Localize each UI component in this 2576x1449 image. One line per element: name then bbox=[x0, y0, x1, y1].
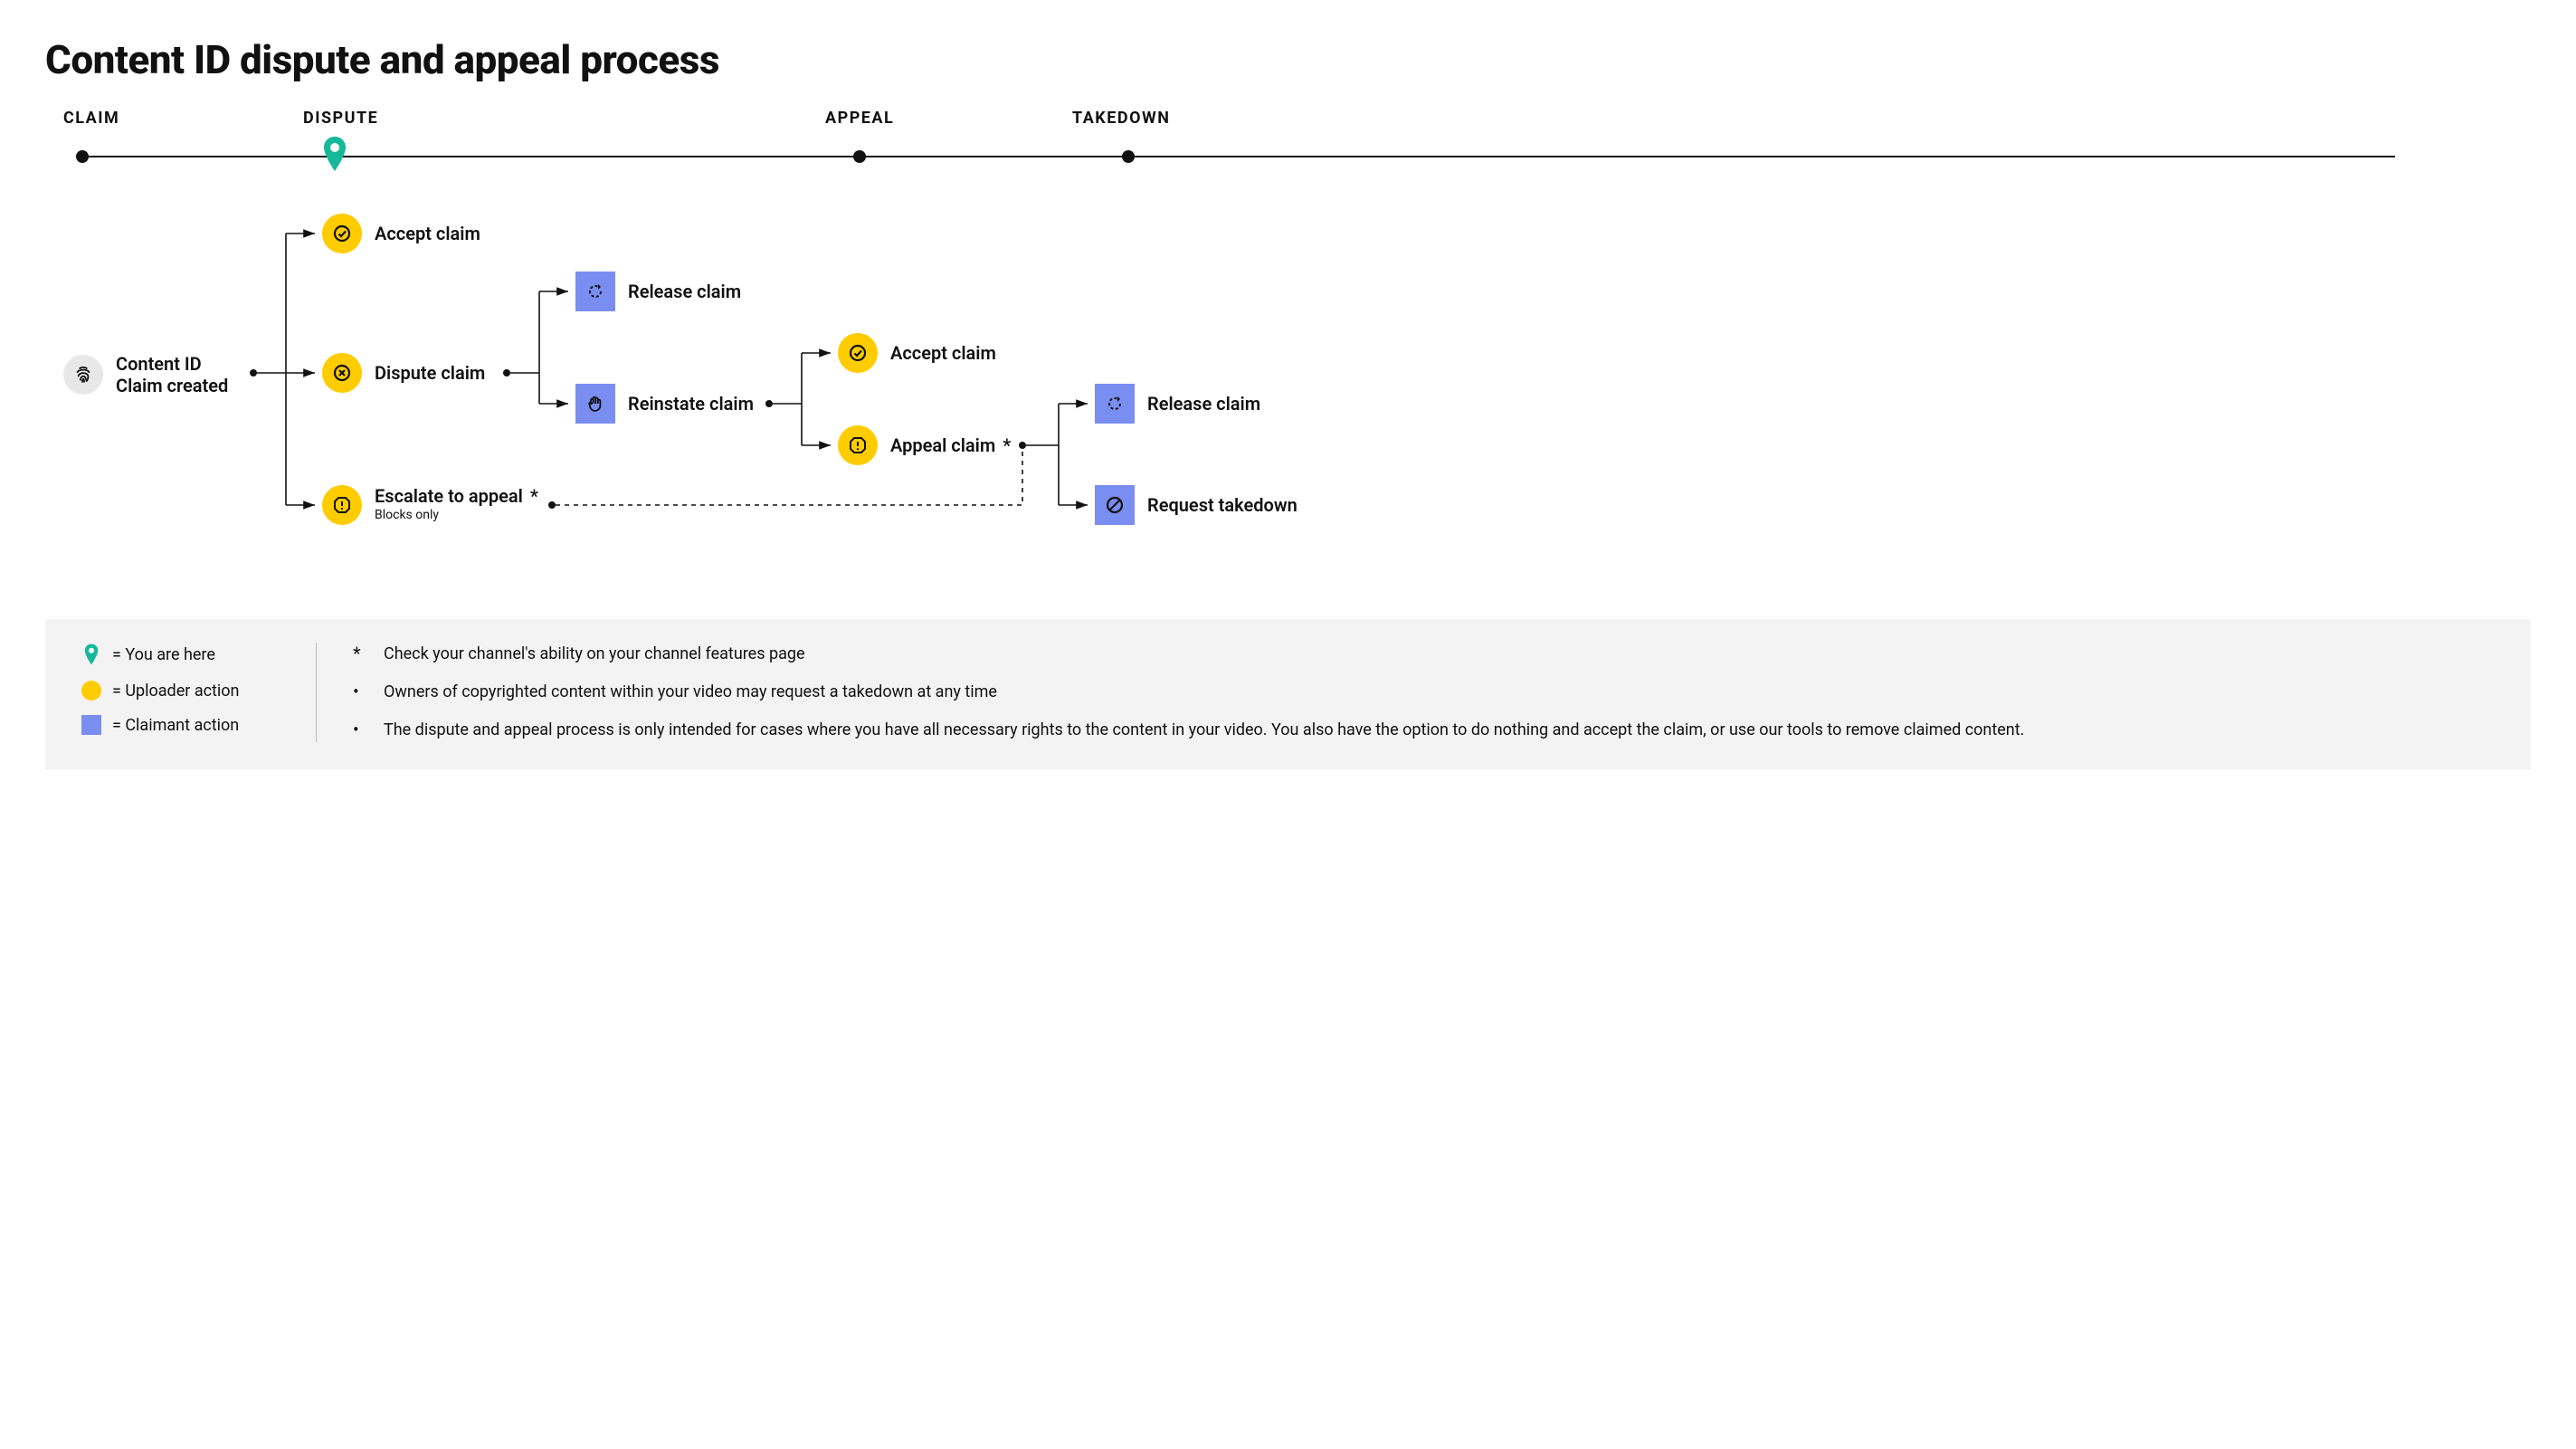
timeline-dot-appeal bbox=[853, 150, 866, 163]
alert-octagon-icon bbox=[322, 485, 362, 525]
legend-uploader-label: = Uploader action bbox=[112, 682, 240, 701]
legend-column: = You are here = Uploader action = Claim… bbox=[81, 643, 317, 742]
alert-octagon-icon bbox=[838, 425, 878, 465]
flow-canvas: Content ID Claim created Accept claim Di… bbox=[45, 212, 2531, 592]
bullet-icon: • bbox=[353, 719, 371, 740]
note-bullet-1-text: Owners of copyrighted content within you… bbox=[384, 681, 997, 704]
escalate-label: Escalate to appeal bbox=[375, 485, 523, 507]
legend-claimant: = Claimant action bbox=[81, 715, 281, 735]
accept-claim2-label: Accept claim bbox=[890, 342, 996, 364]
node-release-claim-2: Release claim bbox=[1095, 384, 1260, 424]
check-icon bbox=[322, 214, 362, 253]
node-request-takedown: Request takedown bbox=[1095, 485, 1298, 525]
star-icon: * bbox=[1003, 434, 1011, 456]
request-takedown-label: Request takedown bbox=[1147, 494, 1298, 516]
timeline bbox=[45, 139, 2531, 176]
fingerprint-icon bbox=[63, 355, 103, 395]
start-label-2: Claim created bbox=[116, 375, 228, 396]
note-star: * Check your channel's ability on your c… bbox=[353, 643, 2495, 666]
star-icon: * bbox=[353, 643, 371, 664]
x-icon bbox=[322, 353, 362, 393]
release-claim2-label: Release claim bbox=[1147, 393, 1260, 415]
stage-labels: CLAIM DISPUTE APPEAL TAKEDOWN bbox=[45, 109, 2531, 134]
start-label-1: Content ID bbox=[116, 353, 228, 375]
note-star-text: Check your channel's ability on your cha… bbox=[384, 643, 805, 666]
refresh-icon bbox=[575, 272, 615, 311]
legend-here-label: = You are here bbox=[112, 645, 215, 664]
check-icon bbox=[838, 333, 878, 373]
note-bullet-2-text: The dispute and appeal process is only i… bbox=[384, 719, 2024, 742]
blue-square-icon bbox=[81, 715, 101, 735]
bullet-icon: • bbox=[353, 681, 371, 702]
node-dispute-claim: Dispute claim bbox=[322, 353, 485, 393]
node-accept-claim: Accept claim bbox=[322, 214, 480, 253]
legend-uploader: = Uploader action bbox=[81, 681, 281, 701]
node-escalate: Escalate to appeal * Blocks only bbox=[322, 485, 538, 525]
node-reinstate-claim: Reinstate claim bbox=[575, 384, 754, 424]
node-release-claim: Release claim bbox=[575, 272, 741, 311]
page-title: Content ID dispute and appeal process bbox=[45, 36, 2531, 83]
hand-icon bbox=[575, 384, 615, 424]
notes-column: * Check your channel's ability on your c… bbox=[353, 643, 2495, 742]
you-are-here-pin bbox=[321, 135, 348, 173]
stage-dispute: DISPUTE bbox=[303, 109, 378, 128]
refresh-icon bbox=[1095, 384, 1135, 424]
flow-edges bbox=[45, 212, 2531, 592]
timeline-dot-takedown bbox=[1122, 150, 1135, 163]
ban-icon bbox=[1095, 485, 1135, 525]
reinstate-claim-label: Reinstate claim bbox=[628, 393, 754, 415]
legend-here: = You are here bbox=[81, 643, 281, 666]
stage-appeal: APPEAL bbox=[825, 109, 894, 128]
node-start: Content ID Claim created bbox=[63, 353, 228, 396]
pin-icon bbox=[81, 643, 101, 666]
node-accept-claim-2: Accept claim bbox=[838, 333, 996, 373]
accept-claim-label: Accept claim bbox=[375, 223, 480, 244]
escalate-sublabel: Blocks only bbox=[375, 509, 538, 522]
note-bullet-2: • The dispute and appeal process is only… bbox=[353, 719, 2495, 742]
legend-box: = You are here = Uploader action = Claim… bbox=[45, 619, 2531, 769]
note-bullet-1: • Owners of copyrighted content within y… bbox=[353, 681, 2495, 704]
dispute-claim-label: Dispute claim bbox=[375, 362, 485, 384]
appeal-claim-label: Appeal claim bbox=[890, 434, 995, 456]
star-icon: * bbox=[530, 485, 538, 507]
stage-claim: CLAIM bbox=[63, 109, 119, 128]
release-claim-label: Release claim bbox=[628, 281, 741, 302]
stage-takedown: TAKEDOWN bbox=[1072, 109, 1170, 128]
timeline-dot-claim bbox=[76, 150, 89, 163]
legend-claimant-label: = Claimant action bbox=[112, 716, 239, 735]
yellow-circle-icon bbox=[81, 681, 101, 701]
node-appeal-claim: Appeal claim * bbox=[838, 425, 1011, 465]
